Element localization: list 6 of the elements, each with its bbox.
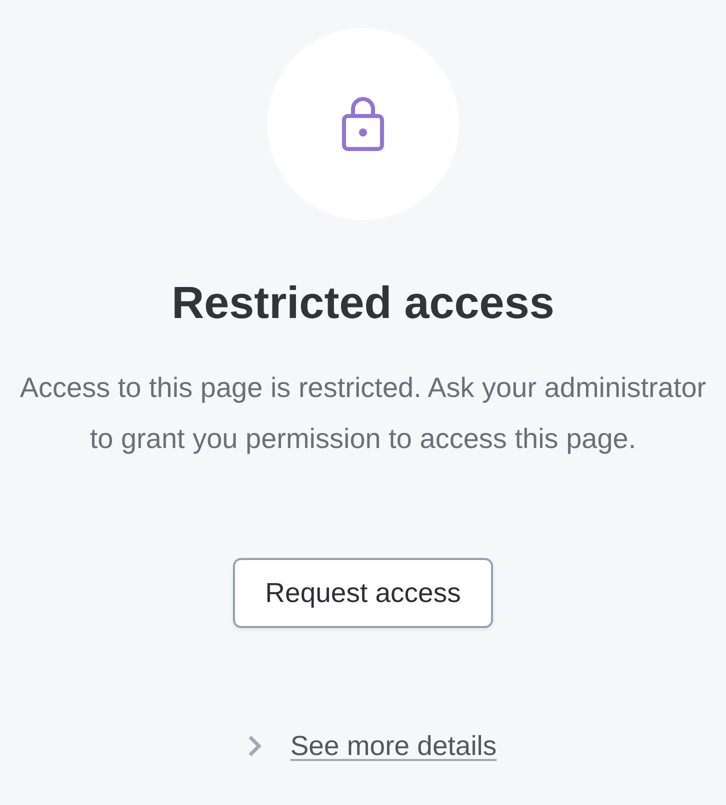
request-access-button[interactable]: Request access	[233, 558, 493, 628]
chevron-icon[interactable]	[247, 734, 262, 758]
see-more-details-link[interactable]: See more details	[290, 730, 497, 762]
lock-icon	[342, 97, 384, 151]
restriction-message: Access to this page is restricted. Ask your administrator to grant you permission to access this page.	[18, 371, 708, 456]
page-title: Restricted access	[172, 277, 554, 329]
